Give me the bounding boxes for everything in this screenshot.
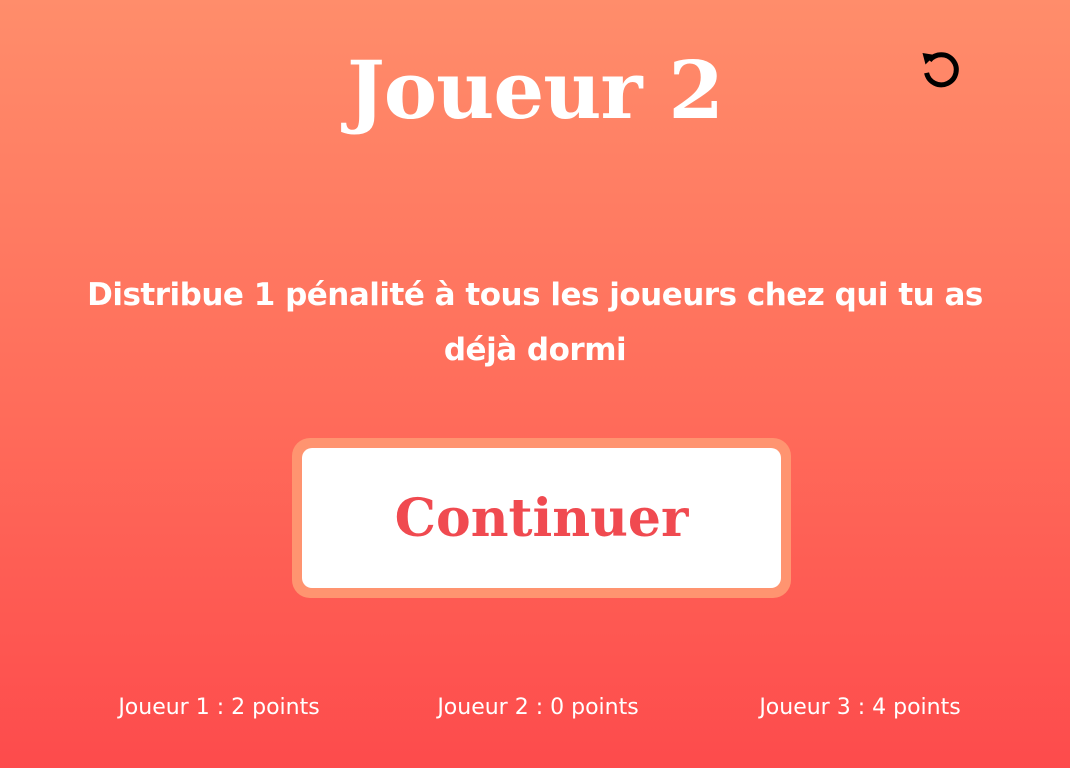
score-player-1: Joueur 1 : 2 points (118, 695, 320, 720)
scoreboard: Joueur 1 : 2 points Joueur 2 : 0 points … (0, 690, 1070, 726)
challenge-text: Distribue 1 pénalité à tous les joueurs … (87, 277, 983, 368)
restart-icon (922, 52, 959, 88)
score-player-3: Joueur 3 : 4 points (759, 695, 961, 720)
restart-button[interactable] (918, 45, 964, 91)
player-title: Joueur 2 (346, 43, 724, 137)
continue-button[interactable]: Continuer (302, 448, 781, 588)
continue-button-frame: Continuer (292, 438, 791, 598)
score-player-2: Joueur 2 : 0 points (437, 695, 639, 720)
